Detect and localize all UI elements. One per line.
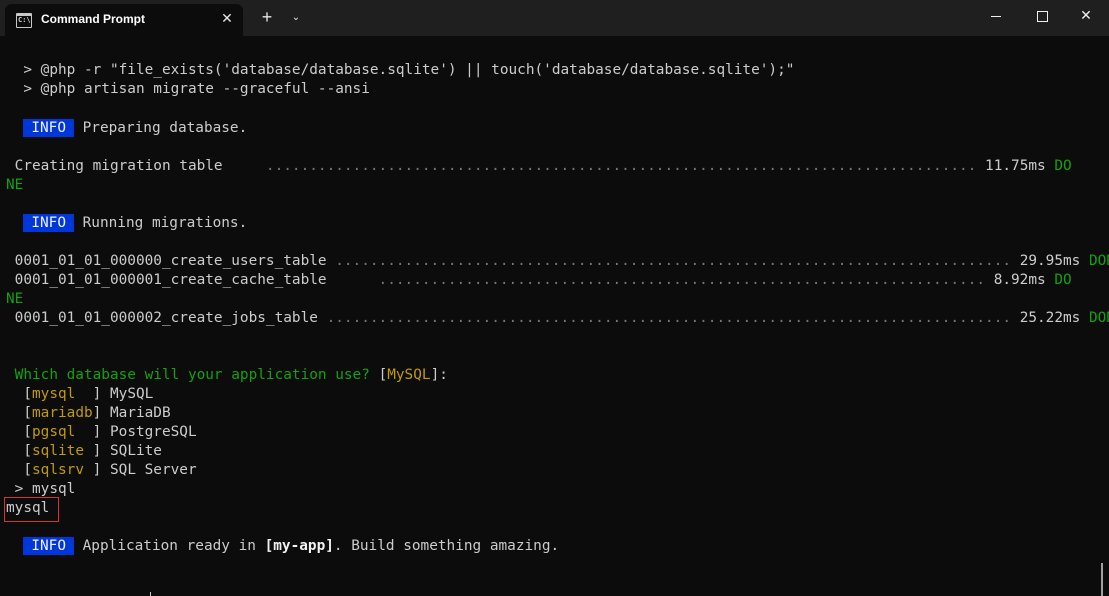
tab-command-prompt[interactable]: C:\ Command Prompt ✕ [5,4,243,36]
option-mariadb: [mariadb] MariaDB [6,405,171,421]
title-bar: C:\ Command Prompt ✕ + ⌄ ✕ [0,0,1109,36]
dot-leader: ........................................… [335,253,1012,269]
dot-leader: ........................................… [335,272,986,288]
question-default: MySQL [387,367,431,383]
highlight-box [4,497,59,522]
scrollbar[interactable] [1101,563,1103,596]
status-done: DONE [1089,310,1109,326]
maximize-icon [1036,10,1048,22]
terminal-output[interactable]: > @php -r "file_exists('database/databas… [0,61,1109,596]
status-done-wrap: NE [6,291,24,307]
migration-row: 0001_01_01_000000_create_users_table ...… [6,252,1109,271]
option-mysql: [mysql ] MySQL [6,386,154,402]
migration-name: 0001_01_01_000000_create_users_table [6,253,336,269]
option-pgsql: [pgsql ] PostgreSQL [6,424,197,440]
info-line-preparing: INFO Preparing database. [6,119,247,138]
migration-time: 8.92ms [985,272,1055,288]
migration-label: Creating migration table [6,158,266,174]
option-label: SQLite [101,443,162,459]
info-badge: INFO [23,537,74,555]
info-text: Running migrations. [73,215,248,231]
bracket-close: ]: [430,367,448,383]
migration-name: 0001_01_01_000001_create_cache_table [6,272,336,288]
dot-leader: ........................................… [326,310,1012,326]
option-key: pgsql [32,424,93,440]
option-key: mariadb [32,405,93,421]
migration-table-line-wrap: NE [6,176,23,195]
status-done: DO [1054,272,1072,288]
status-done: DO [1054,158,1072,174]
option-sqlite: [sqlite ] SQLite [6,443,162,459]
question-text: Which database will your application use… [6,367,379,383]
final-text-pre: Application ready in [73,538,265,554]
cmd-icon-glyph: C:\ [18,16,31,24]
text-cursor [150,592,151,596]
migration-row-wrap: NE [6,290,23,309]
option-key: mysql [32,386,93,402]
chevron-down-icon[interactable]: ⌄ [287,10,305,26]
final-text-post: . Build something amazing. [333,538,560,554]
info-text: Preparing database. [73,120,248,136]
bracket-open: [ [378,367,388,383]
minimize-icon [991,15,1001,17]
option-label: MariaDB [101,405,171,421]
option-sqlsrv: [sqlsrv ] SQL Server [6,462,197,478]
cmd-icon: C:\ [16,13,32,28]
tab-title: Command Prompt [41,12,146,26]
new-tab-button[interactable]: + [258,8,276,26]
migration-time: 11.75ms [976,158,1055,174]
status-done: DONE [1089,253,1109,269]
minimize-button[interactable] [973,0,1019,32]
migration-time: 25.22ms [1011,310,1090,326]
option-label: SQL Server [101,462,197,478]
option-label: MySQL [101,386,154,402]
info-badge: INFO [23,119,74,137]
option-key: sqlsrv [32,462,93,478]
maximize-button[interactable] [1019,0,1065,32]
migration-time: 29.95ms [1011,253,1090,269]
dot-leader: ........................................… [265,158,977,174]
close-tab-icon[interactable]: ✕ [218,9,236,27]
close-window-button[interactable]: ✕ [1063,0,1109,32]
info-badge: INFO [23,214,74,232]
status-done-wrap: NE [6,177,24,193]
info-line-running: INFO Running migrations. [6,214,247,233]
migration-name: 0001_01_01_000002_create_jobs_table [6,310,327,326]
command-line-1: > @php -r "file_exists('database/databas… [6,62,795,78]
option-key: sqlite [32,443,93,459]
app-name: [my-app] [264,538,334,554]
info-line-ready: INFO Application ready in [my-app]. Buil… [6,537,559,556]
migration-row: 0001_01_01_000001_create_cache_table ...… [6,271,1072,290]
migration-row: 0001_01_01_000002_create_jobs_table ....… [6,309,1109,328]
option-label: PostgreSQL [101,424,197,440]
database-question: Which database will your application use… [6,366,448,385]
command-line-2: > @php artisan migrate --graceful --ansi [6,81,370,97]
migration-table-line: Creating migration table ...............… [6,157,1072,176]
